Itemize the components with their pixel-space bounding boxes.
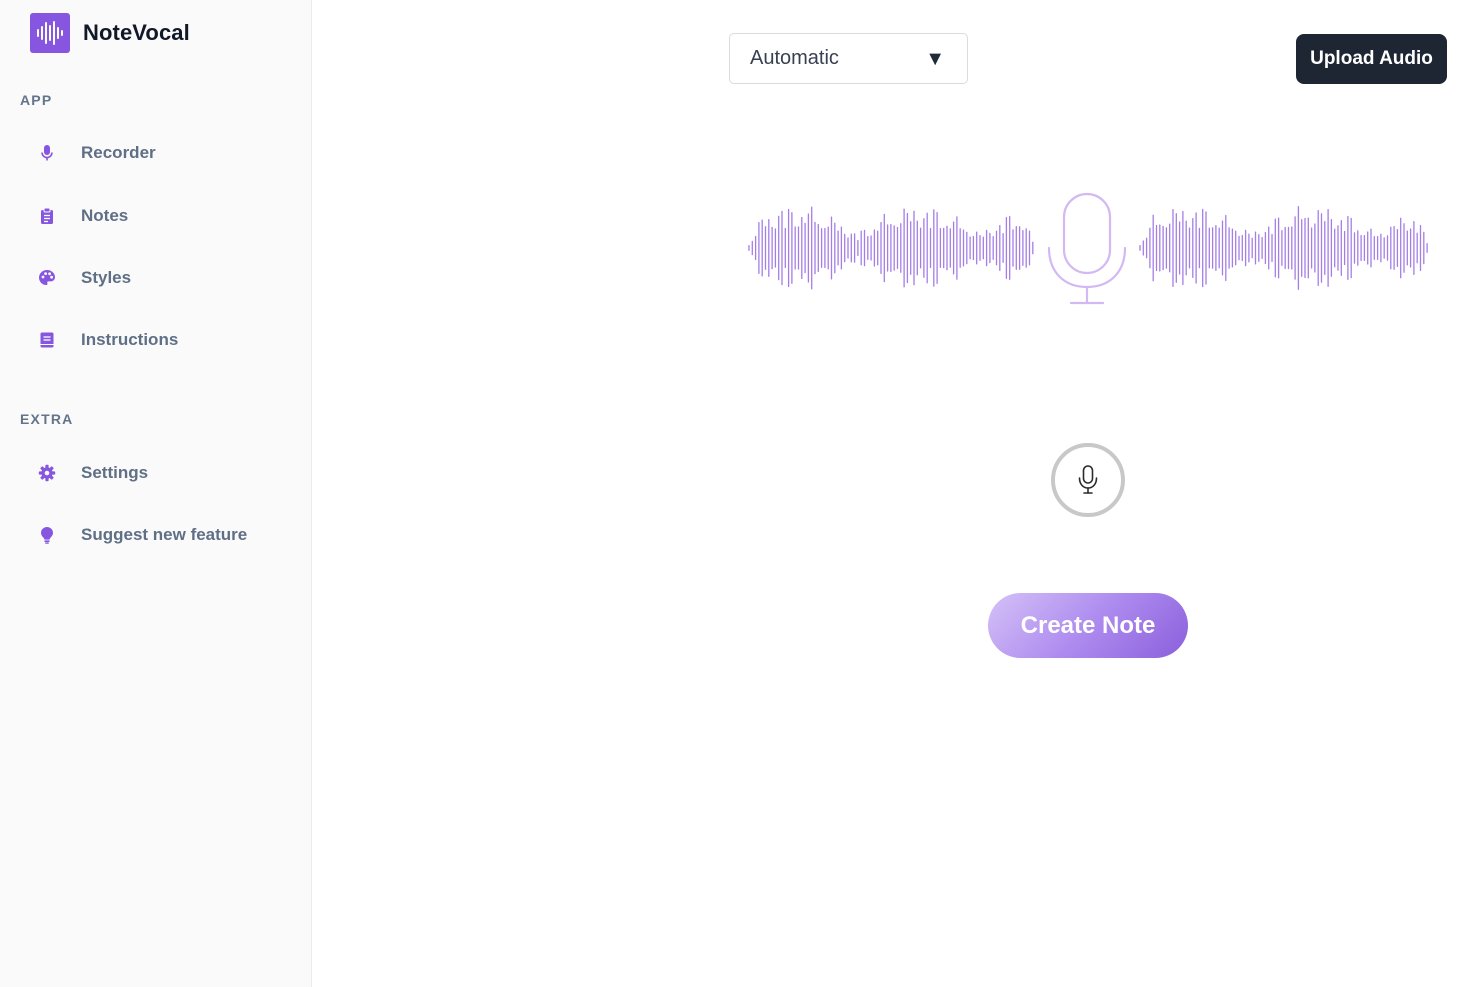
- sidebar-item-label: Suggest new feature: [81, 525, 248, 544]
- microphone-icon: [1078, 465, 1098, 494]
- upload-audio-button[interactable]: Upload Audio: [1296, 34, 1447, 84]
- sidebar-item-instructions[interactable]: Instructions: [36, 320, 296, 360]
- brand[interactable]: NoteVocal: [30, 13, 190, 53]
- sidebar-item-label: Notes: [81, 206, 129, 225]
- record-button[interactable]: [1051, 443, 1125, 517]
- sidebar-item-styles[interactable]: Styles: [36, 258, 296, 298]
- app-root: NoteVocal APP Recorder Notes Styles Inst…: [0, 0, 1480, 987]
- clipboard-icon: [36, 205, 58, 227]
- sidebar-item-settings[interactable]: Settings: [36, 453, 296, 493]
- palette-icon: [36, 267, 58, 289]
- brand-name: NoteVocal: [83, 20, 190, 45]
- chevron-down-icon: ▼: [925, 48, 945, 70]
- create-note-button[interactable]: Create Note: [988, 593, 1188, 658]
- sidebar-item-suggest-feature[interactable]: Suggest new feature: [36, 515, 296, 555]
- sidebar: NoteVocal APP Recorder Notes Styles Inst…: [0, 0, 312, 987]
- section-label-app: APP: [20, 92, 53, 108]
- mode-select-value: Automatic: [750, 47, 839, 69]
- section-label-extra: EXTRA: [20, 411, 74, 427]
- sidebar-item-notes[interactable]: Notes: [36, 196, 296, 236]
- gear-icon: [36, 462, 58, 484]
- book-icon: [36, 329, 58, 351]
- microphone-icon: [36, 142, 58, 164]
- sidebar-item-recorder[interactable]: Recorder: [36, 133, 296, 173]
- microphone-icon: [1047, 192, 1127, 305]
- sidebar-item-label: Recorder: [81, 143, 156, 162]
- sidebar-item-label: Styles: [81, 268, 132, 287]
- sidebar-item-label: Settings: [81, 463, 149, 482]
- lightbulb-icon: [36, 524, 58, 546]
- sidebar-item-label: Instructions: [81, 330, 179, 349]
- waveform-icon: [30, 13, 70, 53]
- waveform-bars: [748, 206, 1428, 290]
- mode-select[interactable]: Automatic ▼: [729, 33, 968, 84]
- waveform-microphone-icon: [748, 192, 1428, 305]
